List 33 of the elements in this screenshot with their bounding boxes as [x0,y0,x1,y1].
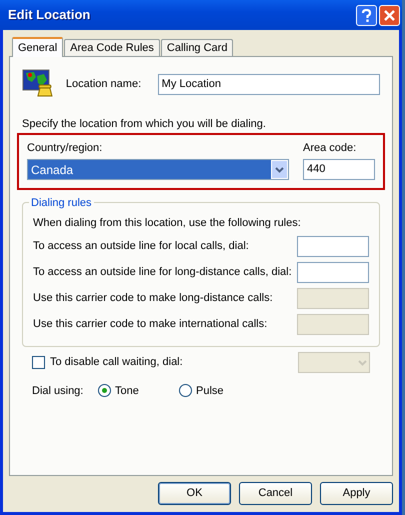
area-code-field[interactable]: 440 [303,159,375,180]
call-waiting-label: To disable call waiting, dial: [50,355,183,370]
cancel-button[interactable]: Cancel [239,482,312,505]
help-button[interactable] [356,4,377,26]
rule-field[interactable] [297,262,369,283]
close-button[interactable] [379,4,400,26]
radio-label: Tone [115,384,139,398]
tab[interactable]: Calling Card [160,39,234,56]
rule-field[interactable] [297,236,369,257]
apply-button[interactable]: Apply [320,482,393,505]
rule-label: Use this carrier code to make long-distance calls: [33,291,273,306]
country-dropdown[interactable]: Canada [27,159,289,180]
radio-label: Pulse [196,384,224,398]
ok-button[interactable]: OK [158,482,231,505]
window-title: Edit Location [7,6,92,24]
rule-label: Use this carrier code to make international calls: [33,317,268,332]
country-label: Country/region: [27,140,104,156]
help-icon [361,8,372,23]
radio-button[interactable] [179,384,192,398]
location-name-field[interactable]: My Location [158,74,380,94]
location-name-label: Location name: [66,76,142,92]
radio-button[interactable] [98,384,111,398]
call-waiting-checkbox[interactable] [32,356,45,369]
close-icon [384,10,395,22]
dial-using-label: Dial using: [32,384,84,398]
rule-label: To access an outside line for local calls, dial: [33,239,249,254]
tab[interactable]: General [12,37,64,57]
rules-intro-text: When dialing from this location, use the following rules: [33,216,302,231]
instruction-text: Specify the location from which you will be dialing. [22,117,267,132]
rule-label: To access an outside line for long-distance calls, dial: [33,265,292,280]
area-code-label: Area code: [303,140,358,156]
group-title: Dialing rules [29,195,94,212]
tab[interactable]: Area Code Rules [64,39,160,56]
